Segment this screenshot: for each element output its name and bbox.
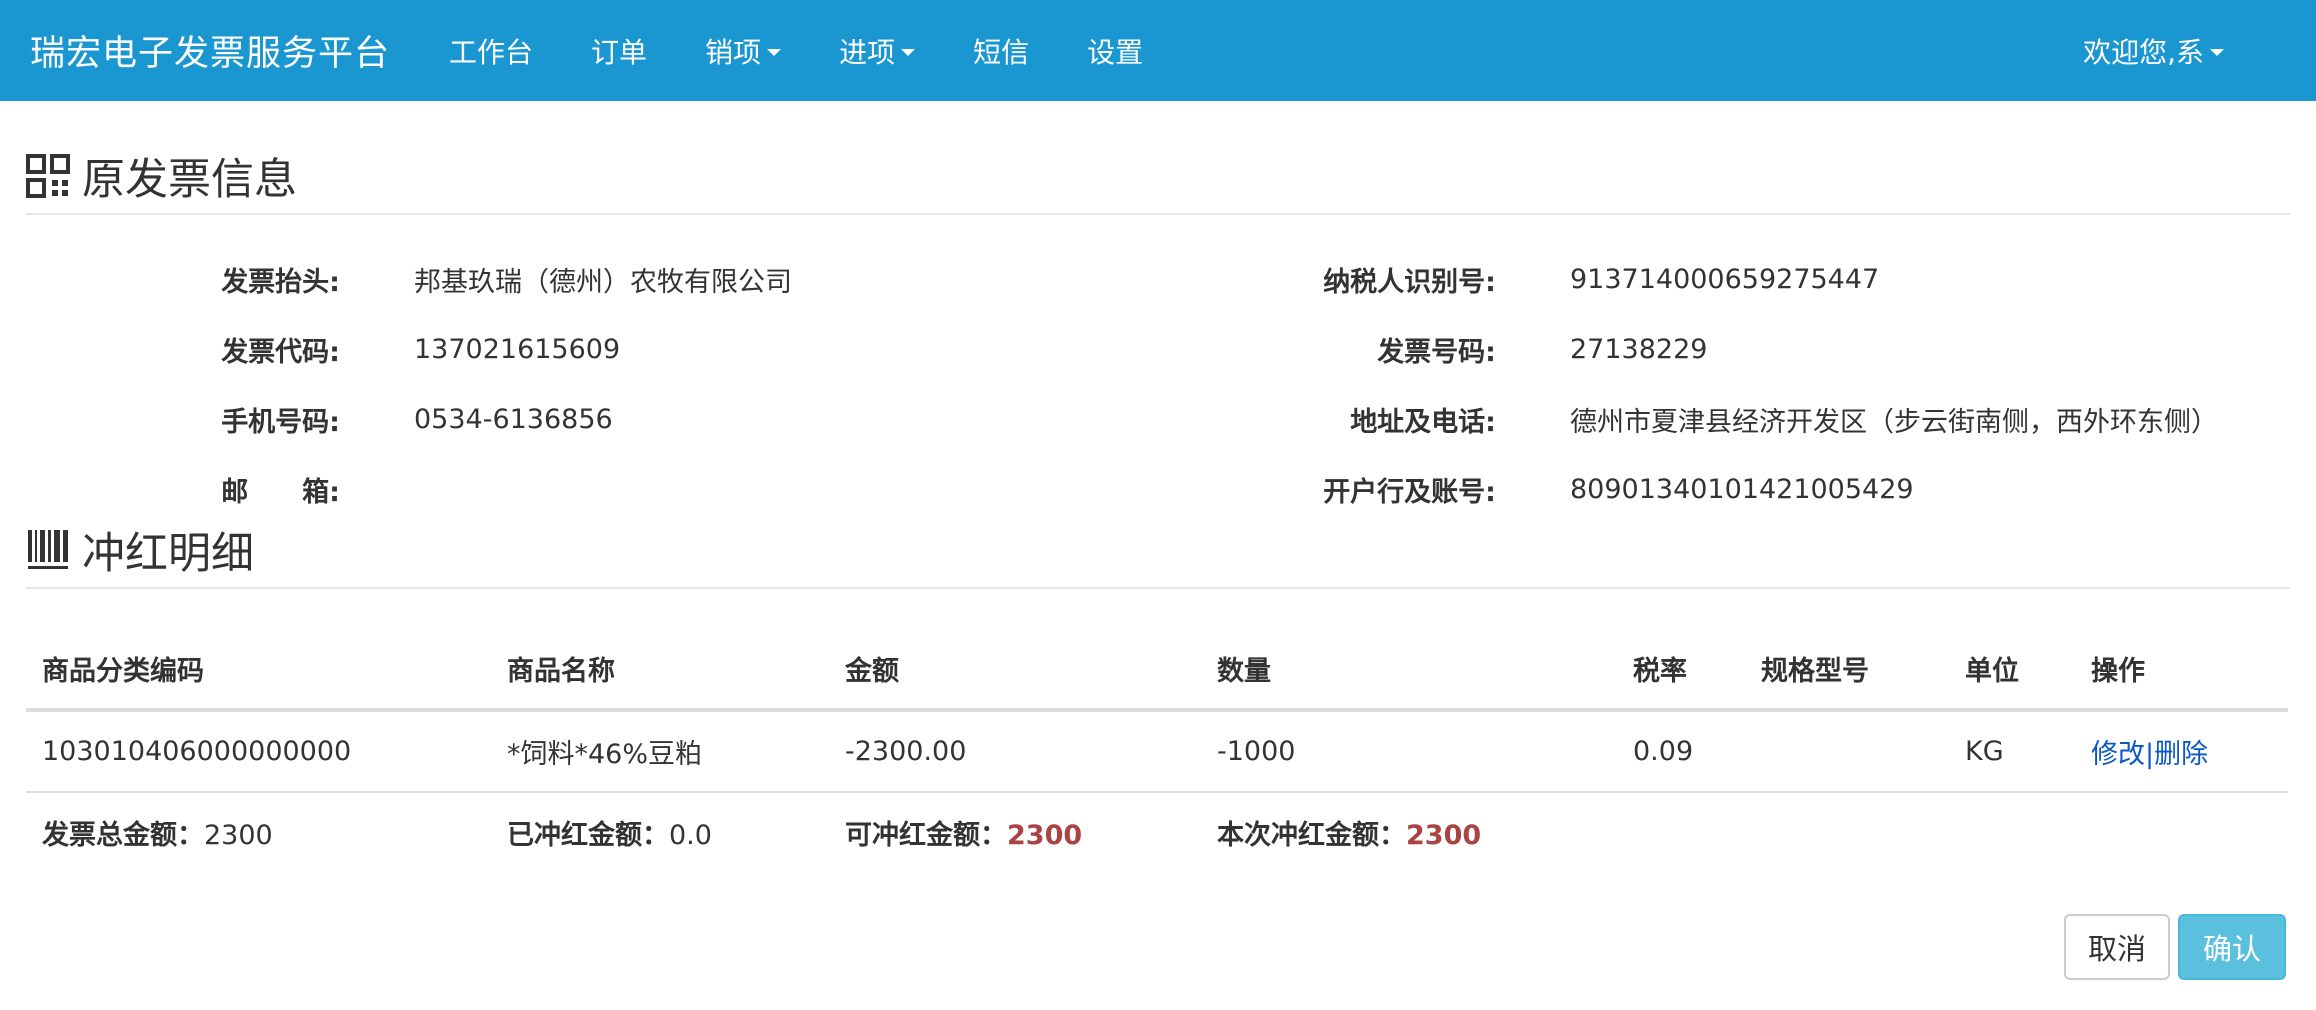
section-title-text: 冲红明细: [82, 529, 254, 579]
original-invoice-heading: 原发票信息: [26, 145, 2290, 215]
nav-purchase-dropdown[interactable]: 进项: [810, 31, 944, 71]
label-bank: 开户行及账号:: [1323, 476, 1496, 508]
confirm-button[interactable]: 确认: [2178, 914, 2286, 980]
red-detail-heading: 冲红明细: [26, 519, 2290, 589]
caret-down-icon: [2210, 49, 2224, 56]
field-bank: 开户行及账号: 80901340101421005429: [0, 469, 1914, 509]
field-taxid: 纳税人识别号: 913714000659275447: [0, 259, 1879, 299]
available-amount: 可冲红金额：2300: [829, 792, 1201, 872]
col-amount: 金额: [829, 629, 1201, 712]
redded-value: 0.0: [669, 820, 712, 851]
nav-settings[interactable]: 设置: [1058, 31, 1172, 71]
value-number: 27138229: [1570, 333, 1708, 365]
current-label: 本次冲红金额：: [1217, 820, 1406, 851]
cell-code: 103010406000000000: [26, 710, 491, 793]
top-navbar: 瑞宏电子发票服务平台 工作台 订单 销项 进项 短信 设置 欢迎您,系: [0, 0, 2316, 101]
total-label: 发票总金额：: [42, 820, 204, 851]
redded-label: 已冲红金额：: [507, 820, 669, 851]
qrcode-icon: [26, 154, 70, 198]
cell-rate: 0.09: [1617, 710, 1745, 793]
caret-down-icon: [901, 49, 916, 56]
nav-orders-label: 订单: [591, 35, 648, 69]
cell-name: *饲料*46%豆粕: [491, 710, 829, 793]
redded-amount: 已冲红金额：0.0: [491, 792, 829, 872]
cancel-button[interactable]: 取消: [2064, 914, 2170, 980]
cell-amount: -2300.00: [829, 710, 1201, 793]
nav-purchase-label: 进项: [839, 35, 896, 69]
value-bank: 80901340101421005429: [1570, 473, 1914, 505]
nav-sms-label: 短信: [973, 35, 1030, 69]
label-address: 地址及电话:: [1350, 406, 1496, 438]
barcode-icon: [28, 530, 68, 569]
col-rate: 税率: [1617, 629, 1745, 712]
table-header-row: 商品分类编码 商品名称 金额 数量 税率 规格型号 单位 操作: [26, 629, 2288, 712]
available-value: 2300: [1007, 820, 1083, 851]
caret-down-icon: [767, 49, 782, 56]
edit-link[interactable]: 修改: [2091, 739, 2145, 770]
nav-workbench-label: 工作台: [449, 35, 534, 69]
nav-settings-label: 设置: [1087, 35, 1144, 69]
section-title-text: 原发票信息: [82, 155, 297, 205]
main-nav: 工作台 订单 销项 进项 短信 设置: [420, 31, 1172, 71]
field-address: 地址及电话: 德州市夏津县经济开发区（步云街南侧，西外环东侧）: [0, 399, 2218, 439]
current-amount: 本次冲红金额：2300: [1201, 792, 2288, 872]
total-value: 2300: [204, 820, 273, 851]
summary-row: 发票总金额：2300 已冲红金额：0.0 可冲红金额：2300 本次冲红金额：2…: [26, 792, 2288, 872]
value-address: 德州市夏津县经济开发区（步云街南侧，西外环东侧）: [1570, 406, 2218, 438]
current-value: 2300: [1406, 820, 1482, 851]
cell-qty: -1000: [1201, 710, 1617, 793]
nav-orders[interactable]: 订单: [562, 31, 676, 71]
cell-spec: [1745, 710, 1949, 793]
delete-link[interactable]: 删除: [2154, 739, 2208, 770]
available-label: 可冲红金额：: [845, 820, 1007, 851]
col-code: 商品分类编码: [26, 629, 491, 712]
col-actions: 操作: [2075, 629, 2288, 712]
red-detail-table: 商品分类编码 商品名称 金额 数量 税率 规格型号 单位 操作 10301040…: [26, 629, 2288, 872]
action-separator: |: [2145, 739, 2155, 770]
total-amount: 发票总金额：2300: [26, 792, 491, 872]
cell-actions: 修改|删除: [2075, 710, 2288, 793]
user-menu-dropdown[interactable]: 欢迎您,系: [2083, 31, 2224, 71]
nav-sms[interactable]: 短信: [944, 31, 1058, 71]
nav-sales-label: 销项: [705, 35, 762, 69]
user-greeting: 欢迎您,系: [2083, 35, 2204, 69]
table-row: 103010406000000000 *饲料*46%豆粕 -2300.00 -1…: [26, 710, 2288, 793]
brand-title[interactable]: 瑞宏电子发票服务平台: [30, 25, 390, 76]
value-taxid: 913714000659275447: [1570, 263, 1880, 295]
label-number: 发票号码:: [1377, 336, 1496, 368]
field-number: 发票号码: 27138229: [0, 329, 1707, 369]
invoice-info-panel: 发票抬头: 邦基玖瑞（德州）农牧有限公司 纳税人识别号: 91371400065…: [0, 215, 2316, 511]
col-unit: 单位: [1949, 629, 2075, 712]
col-spec: 规格型号: [1745, 629, 1949, 712]
nav-sales-dropdown[interactable]: 销项: [676, 31, 810, 71]
cell-unit: KG: [1949, 710, 2075, 793]
label-taxid: 纳税人识别号:: [1323, 266, 1496, 298]
col-qty: 数量: [1201, 629, 1617, 712]
col-name: 商品名称: [491, 629, 829, 712]
nav-workbench[interactable]: 工作台: [420, 31, 562, 71]
